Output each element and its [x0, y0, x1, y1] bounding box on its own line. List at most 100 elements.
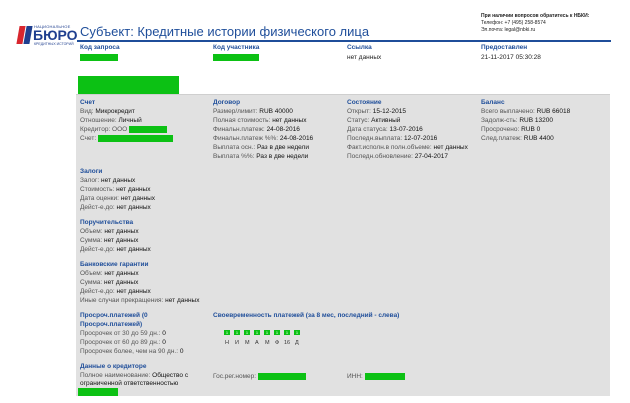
- bank-guarantees-volume-row: Объем: нет данных: [80, 270, 139, 278]
- bank-guarantees-other-label: Иные случаи прекращения:: [80, 297, 164, 304]
- creditor-reg-row: Гос.рег.номер:: [213, 373, 306, 381]
- bank-guarantees-title: Банковские гарантии: [80, 261, 149, 268]
- account-kind-row: Вид: Микрокредит: [80, 108, 135, 116]
- contract-paymain-value: Раз в две недели: [257, 144, 309, 151]
- contract-final-row: Финальн.платеж: 24-08-2016: [213, 126, 300, 134]
- redacted-subject-name: [78, 76, 179, 95]
- contact-block: При наличии вопросов обратитесь к НБКИ: …: [481, 13, 589, 34]
- bank-guarantees-volume-value: нет данных: [104, 270, 139, 277]
- redacted-creditor-name: [78, 388, 118, 396]
- timeliness-month: М: [245, 340, 250, 346]
- balance-paid-row: Всего выплачено: RUB 66018: [481, 108, 570, 116]
- guarantees-valid-label: Дейст-е.до:: [80, 246, 115, 253]
- overdue-r3-value: 0: [179, 348, 184, 355]
- bank-guarantees-valid-value: нет данных: [116, 288, 151, 295]
- overdue-r3-row: Просрочек более, чем на 90 дн.: 0: [80, 348, 183, 356]
- header-member-code: Код участника: [213, 44, 259, 61]
- state-lastpay-label: Последн.выплата:: [347, 135, 403, 142]
- balance-paid-value: RUB 66018: [536, 108, 571, 115]
- state-opened-label: Открыт:: [347, 108, 371, 115]
- timeliness-title: Своевременность платежей (за 8 мес, посл…: [213, 312, 400, 319]
- logo-brand: БЮРО: [33, 27, 78, 43]
- account-creditor-label: Кредитор: ООО: [80, 126, 128, 134]
- contract-fullcost-label: Полная стоимость:: [213, 117, 271, 124]
- state-statusdate-row: Дата статуса: 13-07-2016: [347, 126, 423, 134]
- guarantees-sum-row: Сумма: нет данных: [80, 237, 138, 245]
- header-link: Ссылка нет данных: [347, 44, 381, 61]
- timeliness-cell: 1: [234, 330, 240, 335]
- account-number-row: Счет:: [80, 135, 174, 143]
- collateral-pledge-label: Залог:: [80, 177, 100, 184]
- balance-paid-label: Всего выплачено:: [481, 108, 535, 115]
- contract-fullcost-value: нет данных: [272, 117, 307, 124]
- header-provided: Предоставлен 21-11-2017 05:30:28: [481, 44, 541, 61]
- creditor-fullname-row: Полное наименование: Общество с: [80, 372, 188, 380]
- overdue-r1-row: Просрочек от 30 до 59 дн.: 0: [80, 330, 166, 338]
- collateral-pledge-value: нет данных: [101, 177, 136, 184]
- state-status-value: Активный: [371, 117, 401, 124]
- account-title: Счет: [80, 99, 96, 106]
- contract-title: Договор: [213, 99, 241, 106]
- state-lastpay-row: Последн.выплата: 12-07-2016: [347, 135, 437, 143]
- guarantees-sum-value: нет данных: [104, 237, 139, 244]
- overdue-r1-value: 0: [162, 330, 166, 337]
- balance-next-label: След.платеж:: [481, 135, 522, 142]
- collateral-date-label: Дата оценки:: [80, 195, 119, 202]
- bank-guarantees-sum-label: Сумма:: [80, 279, 103, 286]
- state-opened-value: 15-12-2015: [372, 108, 407, 115]
- balance-title: Баланс: [481, 99, 505, 106]
- contract-paypct-label: Выплата %%:: [213, 153, 255, 160]
- guarantees-valid-row: Дейст-е.до: нет данных: [80, 246, 151, 254]
- bank-guarantees-sum-row: Сумма: нет данных: [80, 279, 138, 287]
- redacted-inn: [364, 373, 405, 380]
- collateral-valid-value: нет данных: [116, 204, 151, 211]
- timeliness-cell: 1: [274, 330, 280, 335]
- creditor-inn-label: ИНН:: [347, 373, 363, 381]
- creditor-reg-label: Гос.рег.номер:: [213, 373, 257, 381]
- timeliness-cell: 1: [244, 330, 250, 335]
- balance-overdue-row: Просрочено: RUB 0: [481, 126, 540, 134]
- contract-limit-row: Размер/лимит: RUB 40000: [213, 108, 293, 116]
- member-code-label: Код участника: [213, 44, 260, 51]
- link-value: нет данных: [347, 54, 382, 61]
- timeliness-month: Ф: [275, 340, 280, 346]
- contract-final-value: 24-08-2016: [266, 126, 300, 133]
- collateral-pledge-row: Залог: нет данных: [80, 177, 135, 185]
- overdue-r3-label: Просрочек более, чем на 90 дн.:: [80, 348, 179, 355]
- account-number-label: Счет:: [80, 135, 97, 143]
- timeliness-month: И: [235, 340, 239, 346]
- bank-guarantees-sum-value: нет данных: [104, 279, 139, 286]
- creditor-fullname-label: Полное наименование:: [80, 372, 151, 379]
- balance-debt-value: RUB 13200: [519, 117, 553, 124]
- balance-next-row: След.платеж: RUB 4400: [481, 135, 554, 143]
- creditor-inn-row: ИНН:: [347, 373, 405, 381]
- guarantees-sum-label: Сумма:: [80, 237, 103, 244]
- state-statusdate-value: 13-07-2016: [389, 126, 423, 133]
- creditor-fullname-value-1: Общество с: [152, 372, 189, 379]
- state-status-label: Статус:: [347, 117, 370, 124]
- redacted-request-code: [80, 54, 118, 61]
- request-code-label: Код запроса: [80, 44, 120, 51]
- state-actual-row: Факт.исполн.в полн.объеме: нет данных: [347, 144, 468, 152]
- collateral-valid-label: Дейст-е.до:: [80, 204, 115, 211]
- contract-final-label: Финальн.платеж:: [213, 126, 265, 133]
- collateral-date-value: нет данных: [120, 195, 156, 202]
- account-kind-label: Вид:: [80, 108, 94, 115]
- overdue-r1-label: Просрочек от 30 до 59 дн.:: [80, 330, 161, 337]
- balance-next-value: RUB 4400: [523, 135, 554, 142]
- overdue-r2-value: 0: [162, 339, 166, 346]
- provided-value: 21-11-2017 05:30:28: [481, 54, 541, 61]
- nbki-logo: НАЦИОНАЛЬНОЕ БЮРО КРЕДИТНЫХ ИСТОРИЙ: [16, 24, 78, 50]
- account-kind-value: Микрокредит: [95, 108, 135, 115]
- logo-line2: КРЕДИТНЫХ ИСТОРИЙ: [34, 42, 74, 46]
- collateral-title: Залоги: [80, 168, 103, 175]
- collateral-valid-row: Дейст-е.до: нет данных: [80, 204, 151, 212]
- balance-overdue-value: RUB 0: [521, 126, 541, 133]
- contact-email[interactable]: Эл.почта: legal@nbki.ru: [481, 27, 589, 34]
- contract-finalpct-value: 24-08-2016: [279, 135, 314, 142]
- timeliness-month: Д: [295, 340, 299, 346]
- guarantees-volume-row: Объем: нет данных: [80, 228, 139, 236]
- state-statusdate-label: Дата статуса:: [347, 126, 388, 133]
- state-title: Состояние: [347, 99, 382, 106]
- overdue-r2-label: Просрочек от 60 до 89 дн.:: [80, 339, 161, 346]
